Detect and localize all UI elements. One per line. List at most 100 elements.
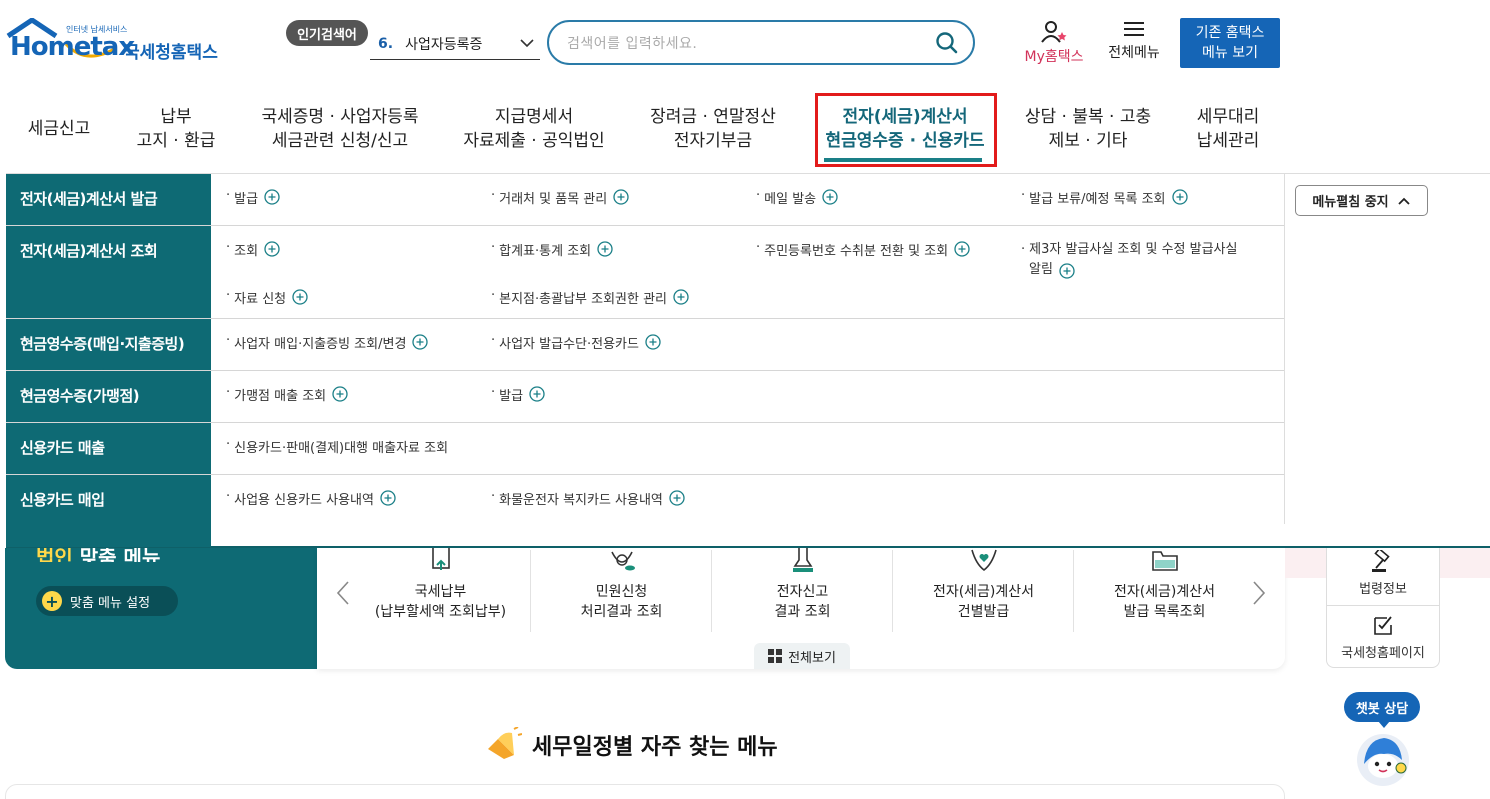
mega-menu-row: 전자(세금)계산서 조회 · 조회 · 합계표·통계 조회 · 주민등록번호 수취분 … xyxy=(6,226,1284,319)
quick-item-line2: 결과 조회 xyxy=(774,604,831,620)
menu-item-mail-send[interactable]: · 메일 발송 xyxy=(756,188,838,207)
folder-icon xyxy=(1151,551,1178,571)
plus-circle-icon[interactable] xyxy=(264,189,280,205)
plus-circle-icon[interactable] xyxy=(669,490,685,506)
nts-homepage-button[interactable]: 국세청홈페이지 xyxy=(1326,614,1440,661)
quick-item-e-invoice-issue[interactable]: 전자(세금)계산서 건별발급 xyxy=(893,548,1074,634)
mega-menu-category[interactable]: 신용카드 매출 xyxy=(6,423,211,458)
gnb-incentive-yearend[interactable]: 장려금 · 연말정산 전자기부금 xyxy=(640,104,786,154)
menu-item-business-card-usage[interactable]: · 사업용 신용카드 사용내역 xyxy=(226,489,396,508)
popular-search-select[interactable]: 6. 사업자등록증 xyxy=(370,28,540,60)
quick-item-civil-result[interactable]: 민원신청 처리결과 조회 xyxy=(531,548,712,634)
gnb-label-line1: 세무대리 xyxy=(1196,107,1260,127)
mega-menu-category[interactable]: 현금영수증(가맹점) xyxy=(6,371,211,406)
gnb-tax-agent[interactable]: 세무대리 납세관리 xyxy=(1184,104,1272,154)
popular-rank: 6. xyxy=(378,35,394,52)
menu-item-label: 발급 xyxy=(499,389,524,404)
mega-menu-row: 현금영수증(매입·지출증빙) · 사업자 매입·지출증빙 조회/변경 · 사업자 발… xyxy=(6,319,1284,371)
gnb-certificate-registration[interactable]: 국세증명 · 사업자등록 세금관련 신청/신고 xyxy=(248,104,432,154)
menu-item-label: 메일 발송 xyxy=(764,192,817,207)
menu-item-purchase-proof[interactable]: · 사업자 매입·지출증빙 조회/변경 xyxy=(226,333,429,352)
search-icon[interactable] xyxy=(935,31,959,55)
menu-item-label: 제3자 발급사실 조회 및 수정 발급사실 xyxy=(1029,242,1238,257)
menu-item-truck-welfare-card[interactable]: · 화물운전자 복지카드 사용내역 xyxy=(491,489,685,508)
gnb-label-line2: 제보 · 기타 xyxy=(1048,131,1128,151)
plus-circle-icon[interactable] xyxy=(597,241,613,257)
gnb-payment-statement[interactable]: 지급명세서 자료제출 · 공익법인 xyxy=(456,104,612,154)
mega-menu-category[interactable]: 현금영수증(매입·지출증빙) xyxy=(6,319,211,354)
custom-menu-setting-button[interactable]: + 맞춤 메뉴 설정 xyxy=(36,586,178,616)
menu-item-branch-permission[interactable]: · 본지점·총괄납부 조회권한 관리 xyxy=(491,288,689,307)
plus-circle-icon[interactable] xyxy=(292,289,308,305)
menu-item-receipt-issue[interactable]: · 발급 xyxy=(491,385,545,404)
stamp-check-icon xyxy=(792,548,813,572)
quick-item-line1: 전자(세금)계산서 xyxy=(1113,584,1216,600)
menu-item-summary-stats[interactable]: · 합계표·통계 조회 xyxy=(491,240,613,259)
side-separator xyxy=(1326,605,1440,606)
schedule-title-text: 세무일정별 자주 찾는 메뉴 xyxy=(532,735,778,760)
see-all-button[interactable]: 전체보기 xyxy=(754,643,850,669)
plus-circle-icon[interactable] xyxy=(529,386,545,402)
plus-circle-icon[interactable] xyxy=(1171,189,1188,205)
plus-circle-icon[interactable] xyxy=(613,189,629,205)
megaphone-icon xyxy=(488,727,522,759)
all-menu-button[interactable]: 전체메뉴 xyxy=(1102,20,1166,68)
menu-item-merchant-sales[interactable]: · 가맹점 매출 조회 xyxy=(226,385,348,404)
gnb-label-line2: 고지 · 환급 xyxy=(136,131,216,151)
money-bag-icon xyxy=(610,551,635,571)
quick-item-e-filing-result[interactable]: 전자신고 결과 조회 xyxy=(712,548,893,634)
law-info-button[interactable]: 법령정보 xyxy=(1326,550,1440,597)
menu-item-inquiry[interactable]: · 조회 xyxy=(226,240,280,259)
my-hometax-button[interactable]: My홈택스 xyxy=(1018,20,1090,68)
menu-item-card-sales-data[interactable]: · 신용카드·판매(결제)대행 매출자료 조회 xyxy=(226,437,448,456)
old-hometax-menu-button[interactable]: 기존 홈택스 메뉴 보기 xyxy=(1180,18,1280,68)
plus-circle-icon[interactable] xyxy=(954,241,970,257)
gnb-label: 세금신고 xyxy=(27,119,91,139)
gnb-payment[interactable]: 납부 고지 · 환급 xyxy=(126,104,226,154)
plus-circle-icon[interactable] xyxy=(1059,262,1075,279)
gnb-tax-filing[interactable]: 세금신고 xyxy=(18,104,100,154)
chevron-down-icon xyxy=(520,39,534,48)
stop-menu-expand-button[interactable]: 메뉴펼침 중지 xyxy=(1295,185,1428,216)
mega-menu-category[interactable]: 전자(세금)계산서 발급 xyxy=(6,174,211,209)
menu-item-pending-list[interactable]: · 발급 보류/예정 목록 조회 xyxy=(1021,188,1188,207)
chatbot-mascot-icon[interactable] xyxy=(1354,730,1412,788)
popular-term: 사업자등록증 xyxy=(405,36,483,53)
plus-circle-icon[interactable] xyxy=(412,334,429,350)
menu-item-resident-number-convert[interactable]: · 주민등록번호 수취분 전환 및 조회 xyxy=(756,240,970,259)
gnb-label-line1: 장려금 · 연말정산 xyxy=(650,107,776,127)
menu-item-data-request[interactable]: · 자료 신청 xyxy=(226,288,308,307)
gnb-consult-appeal[interactable]: 상담 · 불복 · 고충 제보 · 기타 xyxy=(1016,104,1160,154)
plus-circle-icon[interactable] xyxy=(822,189,838,205)
plus-circle-icon[interactable] xyxy=(645,334,661,350)
mega-menu-row: 전자(세금)계산서 발급 · 발급 · 거래처 및 품목 관리 · 메일 발송 · 발급… xyxy=(6,174,1284,226)
plus-icon: + xyxy=(42,591,62,611)
mega-menu-category[interactable]: 신용카드 매입 xyxy=(6,475,211,510)
menu-item-issue-method-card[interactable]: · 사업자 발급수단·전용카드 xyxy=(491,333,661,352)
chatbot-badge[interactable]: 챗봇 상담 xyxy=(1344,692,1420,728)
gnb-label-line1: 전자(세금)계산서 xyxy=(842,107,968,127)
plus-circle-icon[interactable] xyxy=(380,490,396,506)
quick-item-e-invoice-list[interactable]: 전자(세금)계산서 발급 목록조회 xyxy=(1074,548,1255,634)
gnb-label-line2: 전자기부금 xyxy=(673,131,753,151)
old-menu-line2: 메뉴 보기 xyxy=(1202,45,1258,61)
quick-item-line2: 건별발급 xyxy=(957,604,1010,620)
hands-heart-icon xyxy=(970,549,997,572)
gnb-e-invoice[interactable]: 전자(세금)계산서 현금영수증 · 신용카드 xyxy=(820,104,990,154)
plus-circle-icon[interactable] xyxy=(673,289,689,305)
hamburger-icon xyxy=(1124,22,1144,36)
menu-item-issue[interactable]: · 발급 xyxy=(226,188,280,207)
logo-main-text: Hometax xyxy=(10,32,135,62)
plus-circle-icon[interactable] xyxy=(264,241,280,257)
gnb-label-line1: 국세증명 · 사업자등록 xyxy=(261,107,419,127)
mega-menu-category[interactable]: 전자(세금)계산서 조회 xyxy=(6,226,211,261)
menu-item-third-party-notice[interactable]: · 제3자 발급사실 조회 및 수정 발급사실 알림 xyxy=(1021,240,1237,280)
plus-circle-icon[interactable] xyxy=(332,386,348,402)
menu-item-partner-items[interactable]: · 거래처 및 품목 관리 xyxy=(491,188,629,207)
grid-icon xyxy=(768,649,783,663)
mega-menu-row: 신용카드 매출 · 신용카드·판매(결제)대행 매출자료 조회 xyxy=(6,423,1284,475)
hometax-logo[interactable]: 인터넷 납세서비스 Hometax 국세청홈택스 xyxy=(6,17,226,72)
quick-item-tax-payment[interactable]: 국세납부 (납부할세액 조회납부) xyxy=(350,548,531,634)
menu-item-label: 발급 보류/예정 목록 조회 xyxy=(1029,192,1166,207)
search-input[interactable]: 검색어를 입력하세요. xyxy=(547,20,975,65)
